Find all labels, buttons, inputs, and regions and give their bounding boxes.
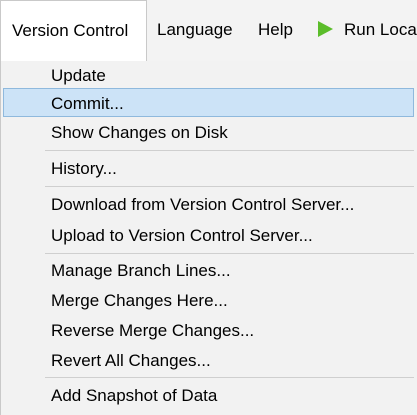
menu-item-label: Manage Branch Lines...	[51, 261, 231, 280]
menu-item-label: Add Snapshot of Data	[51, 386, 218, 405]
menu-separator	[45, 253, 414, 254]
menu-separator	[45, 150, 414, 151]
menu-item-add-snapshot-of-data[interactable]: Add Snapshot of Data	[3, 381, 414, 410]
menu-item-label: History...	[51, 159, 117, 178]
menu-separator	[45, 186, 414, 187]
menu-item-upload-to-server[interactable]: Upload to Version Control Server...	[3, 221, 414, 250]
menu-item-revert-all-changes[interactable]: Revert All Changes...	[3, 346, 414, 375]
menu-item-label: Show Changes on Disk	[51, 123, 228, 142]
menu-help[interactable]: Help	[258, 0, 293, 60]
menu-language[interactable]: Language	[157, 0, 233, 60]
run-local-label: Run Loca	[344, 20, 417, 39]
menu-version-control[interactable]: Version Control	[0, 0, 147, 62]
menu-item-label: Revert All Changes...	[51, 351, 211, 370]
menu-item-label: Merge Changes Here...	[51, 291, 228, 310]
menu-bar: Version Control Language Help Run Loca	[0, 0, 417, 62]
version-control-dropdown: Update Commit... Show Changes on Disk Hi…	[0, 61, 417, 415]
menu-separator	[45, 377, 414, 378]
menu-item-manage-branch-lines[interactable]: Manage Branch Lines...	[3, 256, 414, 285]
menu-item-label: Reverse Merge Changes...	[51, 321, 255, 340]
play-icon	[318, 21, 333, 37]
run-local-button[interactable]: Run Loca	[318, 0, 417, 60]
menu-item-reverse-merge-changes[interactable]: Reverse Merge Changes...	[3, 316, 414, 345]
menu-item-update[interactable]: Update	[3, 61, 414, 90]
menu-version-control-label: Version Control	[12, 21, 129, 40]
menu-item-label: Upload to Version Control Server...	[51, 226, 313, 245]
menu-help-label: Help	[258, 20, 293, 39]
menu-language-label: Language	[157, 20, 233, 39]
menu-item-download-from-server[interactable]: Download from Version Control Server...	[3, 190, 414, 219]
menu-item-label: Commit...	[51, 94, 124, 113]
menu-item-history[interactable]: History...	[3, 154, 414, 183]
menu-item-commit[interactable]: Commit...	[3, 88, 414, 117]
menu-item-label: Update	[51, 66, 106, 85]
menu-item-label: Download from Version Control Server...	[51, 195, 355, 214]
menu-item-merge-changes-here[interactable]: Merge Changes Here...	[3, 286, 414, 315]
menu-item-show-changes-on-disk[interactable]: Show Changes on Disk	[3, 118, 414, 147]
